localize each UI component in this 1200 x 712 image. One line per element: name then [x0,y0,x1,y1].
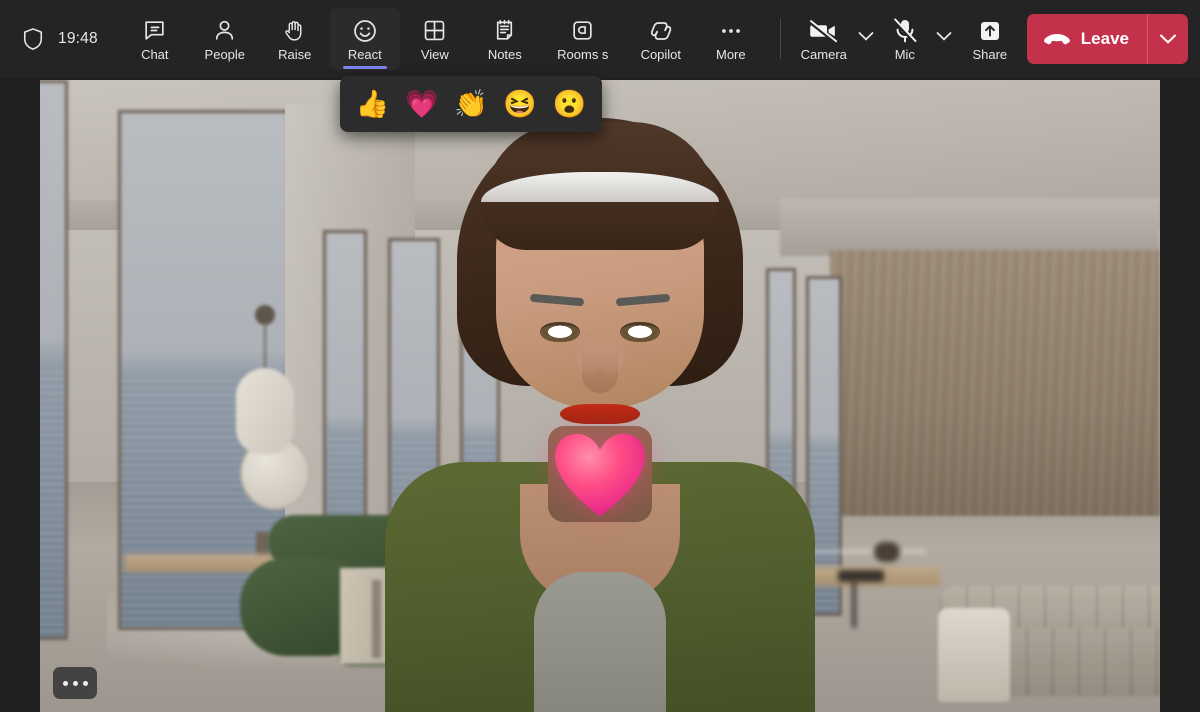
heart-reaction-animation [553,432,647,518]
mic-off-icon [892,17,918,45]
toolbar-label-copilot: Copilot [641,48,681,62]
surprised-reaction-button[interactable]: 😮 [549,91,589,118]
avatar-eye-left [620,322,660,342]
avatar-top [534,572,666,712]
mic-control-group: Mic [879,8,957,70]
grid-layout-icon [422,17,447,45]
hangup-phone-icon [1043,31,1071,47]
avatar-lips [560,404,640,424]
dot [83,681,88,686]
shield-icon [22,27,44,51]
leave-dropdown-chevron-icon[interactable] [1148,14,1188,64]
tile-more-options-button[interactable] [53,667,97,699]
avatar-nose [582,351,618,393]
meeting-stage [40,80,1160,712]
leave-button-group: Leave [1027,14,1188,64]
toolbar-button-view[interactable]: View [400,8,470,70]
camera-dropdown-chevron-icon[interactable] [853,8,879,70]
video-tile[interactable] [40,80,1160,712]
share-screen-icon [977,17,1003,45]
pendant-cord [264,324,266,372]
toolbar-button-more[interactable]: More [696,8,766,70]
toolbar-label-rooms: Rooms s [557,48,608,62]
laugh-reaction-button[interactable]: 😆 [500,91,540,118]
smiley-face-icon [352,17,378,45]
outdoor-stool-leg [852,580,856,628]
toolbar-button-mic[interactable]: Mic [879,8,931,70]
toolbar-label-react: React [348,48,382,62]
outdoor-planter [874,542,900,562]
chat-bubble-icon [142,17,167,45]
wood-wall [830,250,1160,516]
person-icon [212,17,237,45]
breakout-rooms-icon [570,17,595,45]
wood-wall-cap [780,198,1160,256]
toolbar-right-group: Leave [1027,14,1200,64]
ellipsis-icon [718,17,744,45]
toolbar-left-group: 19:48 [0,27,98,51]
outdoor-stool-seat [838,570,884,582]
toolbar-button-notes[interactable]: Notes [470,8,540,70]
thumbs-up-reaction-button[interactable]: 👍 [353,91,393,118]
sofa-arm [938,608,1010,702]
toolbar-label-chat: Chat [141,48,168,62]
mic-dropdown-chevron-icon[interactable] [931,8,957,70]
toolbar-button-react[interactable]: React [330,8,400,70]
toolbar-button-people[interactable]: People [190,8,260,70]
toolbar-label-camera: Camera [801,48,847,62]
toolbar-label-more: More [716,48,746,62]
toolbar-button-chat[interactable]: Chat [120,8,190,70]
meeting-toolbar: 19:48 Chat People [0,0,1200,78]
toolbar-button-share[interactable]: Share [957,8,1023,70]
camera-off-icon [809,17,839,45]
window-left-far [40,80,68,640]
applause-reaction-button[interactable]: 👏 [451,91,491,118]
camera-control-group: Camera [795,8,879,70]
toolbar-label-notes: Notes [488,48,522,62]
toolbar-label-share: Share [972,48,1007,62]
toolbar-button-rooms[interactable]: Rooms s [540,8,626,70]
notepad-icon [492,17,517,45]
toolbar-button-camera[interactable]: Camera [795,8,853,70]
meeting-clock: 19:48 [58,30,98,48]
avatar [380,112,820,712]
copilot-icon [648,17,674,45]
toolbar-separator [780,19,781,59]
avatar-eyebrow-left [616,294,670,307]
reactions-flyout: 👍 💗 👏 😆 😮 [340,76,602,132]
dot [63,681,68,686]
leave-button-label: Leave [1081,29,1129,49]
teams-meeting-window: 19:48 Chat People [0,0,1200,712]
toolbar-label-people: People [205,48,245,62]
pendant-lamp [236,368,294,454]
avatar-eye-right [540,322,580,342]
toolbar-label-raise: Raise [278,48,311,62]
pendant-mount [255,305,275,325]
toolbar-label-view: View [421,48,449,62]
toolbar-actions: Chat People Raise [120,8,1023,70]
toolbar-button-copilot[interactable]: Copilot [626,8,696,70]
avatar-eyebrow-right [530,294,584,307]
deck-rail [806,550,926,553]
dot [73,681,78,686]
heart-reaction-button[interactable]: 💗 [402,91,442,118]
toolbar-label-mic: Mic [895,48,915,62]
toolbar-button-raise[interactable]: Raise [260,8,330,70]
leave-button[interactable]: Leave [1027,14,1148,64]
raised-hand-icon [282,17,307,45]
